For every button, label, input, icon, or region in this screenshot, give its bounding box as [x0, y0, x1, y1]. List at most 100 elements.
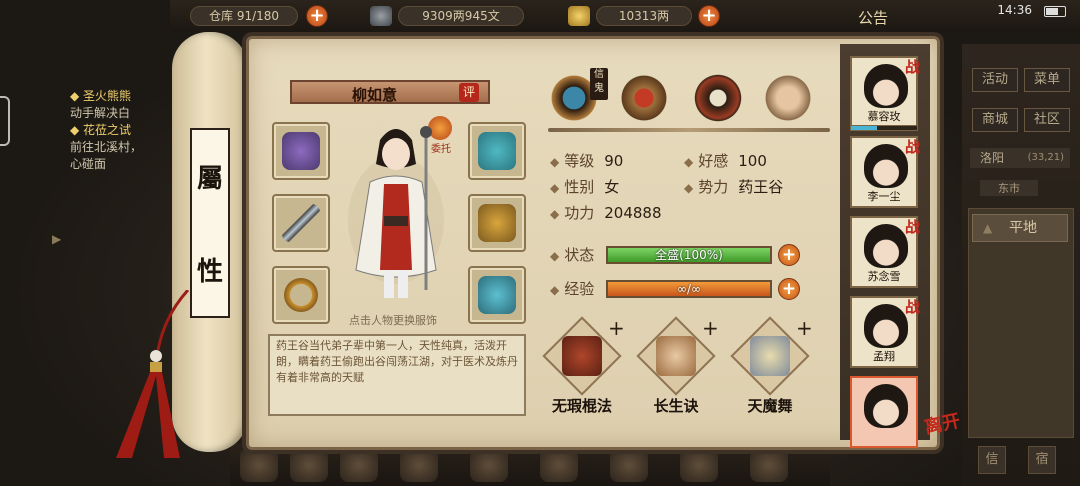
exp-text: ∞/∞ [676, 282, 702, 296]
equip-slot-hat[interactable] [468, 122, 526, 180]
stat-label: 性别 [564, 178, 595, 196]
nav-icon[interactable] [290, 448, 328, 482]
party-member[interactable]: 李一尘 战 [850, 136, 920, 208]
tassel-icon [116, 290, 190, 458]
equip-slot-weapon[interactable] [272, 194, 330, 252]
stat-label: 功力 [564, 204, 595, 222]
clock: 14:36 [997, 3, 1032, 17]
bar-label: 经验 [564, 280, 595, 298]
meridian-figure-icon[interactable] [762, 72, 814, 124]
nav-icon[interactable] [400, 448, 438, 482]
stat-faction: ◆ 势力 药王谷 [684, 178, 784, 196]
character-bio: 药王谷当代弟子辈中第一人，天性纯真，活泼开朗，瞒着药王偷跑出谷闯荡江湖，对于医术… [268, 334, 526, 416]
rest-button[interactable]: 宿 [1028, 446, 1056, 474]
activity-button[interactable]: 活动 [972, 68, 1018, 92]
stat-favor: ◆ 好感 100 [684, 152, 767, 170]
nav-icon[interactable] [610, 448, 648, 482]
storage-count: 91/180 [236, 9, 280, 23]
nav-icon[interactable] [470, 448, 508, 482]
expand-arrow-icon[interactable]: ▶ [52, 232, 61, 246]
terrain-icon: ▲ [983, 221, 993, 235]
terrain-item[interactable]: ▲ 平地 [972, 214, 1068, 242]
nav-icon[interactable] [340, 448, 378, 482]
equip-slot-boots[interactable] [272, 122, 330, 180]
character-portrait[interactable] [340, 120, 450, 310]
staff-manual-icon [562, 336, 602, 376]
status-add-button[interactable]: + [778, 244, 800, 266]
status-label: ◆ 状态 [550, 246, 595, 264]
battle-tag: 战 [904, 298, 920, 316]
quest-title: 圣火熊熊 [83, 89, 132, 103]
stat-value: 100 [738, 152, 767, 170]
equip-slot-accessory[interactable] [468, 266, 526, 324]
terrain-panel [968, 208, 1074, 438]
nav-icon[interactable] [680, 448, 718, 482]
stat-value: 90 [604, 152, 624, 170]
stat-gender: ◆ 性别女 [550, 178, 620, 196]
storage-add-button[interactable]: + [306, 5, 328, 27]
skill-add-icon[interactable]: + [796, 316, 813, 340]
exp-label: ◆ 经验 [550, 280, 595, 298]
silver-add-button[interactable]: + [698, 5, 720, 27]
status-bar: 全盛(100%) [606, 246, 772, 264]
announcement-button[interactable]: 公告 [858, 7, 888, 28]
silver-value: 10313两 [596, 6, 692, 26]
shop-button[interactable]: 商城 [972, 108, 1018, 132]
equip-slot-armor[interactable] [468, 194, 526, 252]
money-value: 9309两945文 [398, 6, 524, 26]
taiji-icon[interactable] [692, 72, 744, 124]
faith-tag: 信 鬼 [590, 68, 608, 100]
stat-level: ◆ 等级 90 [550, 152, 624, 170]
character-nameplate: 柳如意 评 [290, 80, 490, 104]
avatar [864, 304, 908, 348]
message-button[interactable]: 信 [978, 446, 1006, 474]
community-button[interactable]: 社区 [1024, 108, 1070, 132]
rate-badge[interactable]: 评 [459, 83, 479, 102]
battery-icon [1044, 6, 1066, 17]
bar-label: 状态 [564, 246, 595, 264]
location-display: 洛阳 (33,21) [970, 148, 1070, 168]
change-outfit-hint: 点击人物更换服饰 [349, 314, 437, 327]
stat-label: 等级 [564, 152, 595, 170]
skill-add-icon[interactable]: + [702, 316, 719, 340]
menu-button[interactable]: 菜单 [1024, 68, 1070, 92]
nav-icon[interactable] [540, 448, 578, 482]
stat-label: 势力 [698, 178, 729, 196]
member-name: 孟翔 [873, 350, 895, 363]
battle-tag: 战 [904, 218, 920, 236]
skill-name: 长生诀 [653, 397, 699, 415]
terrain-label: 平地 [1009, 220, 1037, 236]
party-member[interactable]: 苏念雪 战 [850, 216, 920, 288]
hat-icon[interactable] [618, 72, 670, 124]
party-member[interactable]: 孟翔 战 [850, 296, 920, 368]
party-member[interactable]: 慕容玫 战 [850, 56, 920, 128]
stat-power: ◆ 功力 204888 [550, 204, 662, 222]
skill-slot-1[interactable]: + 无瑕棍法 [542, 316, 625, 418]
scroll-title-tag: 屬 性 [190, 128, 230, 318]
party-member-selected[interactable] [850, 376, 918, 448]
battle-tag: 战 [904, 138, 920, 156]
sub-location[interactable]: 东市 [980, 180, 1038, 196]
storage-counter: 仓库 91/180 [190, 6, 298, 26]
skill-add-icon[interactable]: + [608, 316, 625, 340]
member-name: 苏念雪 [867, 270, 901, 283]
side-handle[interactable] [0, 96, 10, 146]
member-progress-bar [850, 125, 918, 131]
member-name: 李一尘 [867, 190, 901, 203]
nav-icon[interactable] [240, 448, 278, 482]
scroll-title-top: 屬 [196, 164, 223, 194]
exp-bar: ∞/∞ [606, 280, 772, 298]
top-resource-bar: 仓库 91/180 + 9309两945文 10313两 + 公告 14:36 [170, 0, 1080, 32]
skill-name: 无瑕棍法 [551, 397, 612, 415]
character-name: 柳如意 [352, 86, 398, 104]
skill-slot-3[interactable]: + 天魔舞 [730, 316, 813, 418]
game-screen: 仓库 91/180 + 9309两945文 10313两 + 公告 14:36 … [0, 0, 1080, 486]
nav-icon[interactable] [750, 448, 788, 482]
battle-tag: 战 [904, 58, 920, 76]
skill-name: 天魔舞 [747, 397, 793, 415]
exp-add-button[interactable]: + [778, 278, 800, 300]
stat-label: 好感 [698, 152, 729, 170]
scroll-title-bottom: 性 [196, 257, 223, 287]
avatar [864, 384, 908, 428]
skill-slot-2[interactable]: + 长生诀 [636, 316, 719, 418]
